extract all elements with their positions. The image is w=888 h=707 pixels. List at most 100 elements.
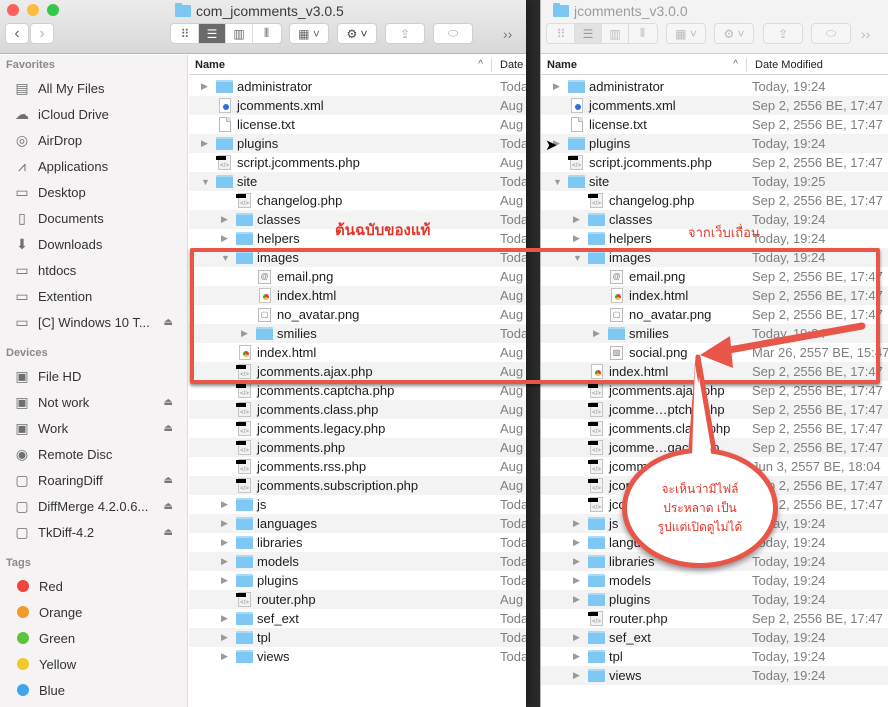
eject-icon[interactable]: ⏏ xyxy=(164,397,173,408)
sidebar-item-file-hd[interactable]: ▣ File HD xyxy=(0,363,187,389)
file-row[interactable]: </> jcomments.captcha.php Aug xyxy=(189,381,526,400)
file-row[interactable]: </> jcomme…ptcha.php Sep 2, 2556 BE, 17:47 xyxy=(541,400,888,419)
sidebar-item-work[interactable]: ▣ Work ⏏ xyxy=(0,415,187,441)
sidebar-item-downloads[interactable]: ⬇ Downloads xyxy=(0,231,187,257)
file-row[interactable]: ▶ plugins Today, 19:24 xyxy=(541,134,888,153)
sidebar-item-orange[interactable]: Orange xyxy=(0,599,187,625)
disclosure-closed-icon[interactable]: ▶ xyxy=(573,670,583,681)
file-row[interactable]: ▶ tpl Today, 19:24 xyxy=(541,647,888,666)
file-row[interactable]: ▢ no_avatar.png Sep 2, 2556 BE, 17:47 xyxy=(541,305,888,324)
column-view-button[interactable]: ▥ xyxy=(602,24,629,43)
file-row[interactable]: </> changelog.php Aug xyxy=(189,191,526,210)
sidebar-item-green[interactable]: Green xyxy=(0,625,187,651)
file-row[interactable]: </> script.jcomments.php Sep 2, 2556 BE, 1… xyxy=(541,153,888,172)
share-button[interactable]: ⇪ xyxy=(385,23,425,44)
file-row[interactable]: ▶ administrator Toda xyxy=(189,77,526,96)
file-row[interactable]: </> jcomments.subscription.php Aug xyxy=(189,476,526,495)
file-row[interactable]: ▶ plugins Today, 19:24 xyxy=(541,590,888,609)
file-row[interactable]: ▶ views Toda xyxy=(189,647,526,666)
sidebar-item-extention[interactable]: ▭ Extention xyxy=(0,283,187,309)
icon-view-button[interactable]: ⠿ xyxy=(548,24,575,43)
file-row[interactable]: </> jcomments.ajax.php Sep 2, 2556 BE, 17:… xyxy=(541,381,888,400)
file-row[interactable]: </> jcomments.rss.php Aug xyxy=(189,457,526,476)
disclosure-closed-icon[interactable]: ▶ xyxy=(201,138,211,149)
file-row[interactable]: ▶ administrator Today, 19:24 xyxy=(541,77,888,96)
view-mode-segment[interactable]: ⠿ ☰ ▥ ⫴ xyxy=(170,23,282,44)
file-row[interactable]: @ email.png Aug xyxy=(189,267,526,286)
file-row[interactable]: ▶ smilies Today, 19:24 xyxy=(541,324,888,343)
file-row[interactable]: ▶ models Toda xyxy=(189,552,526,571)
file-row[interactable]: ▼ images Toda xyxy=(189,248,526,267)
name-column-header[interactable]: Name ^ xyxy=(541,55,746,74)
tags-button[interactable]: ⬭ xyxy=(433,23,473,44)
disclosure-closed-icon[interactable]: ▶ xyxy=(573,651,583,662)
disclosure-closed-icon[interactable]: ▶ xyxy=(221,632,231,643)
tags-button[interactable]: ⬭ xyxy=(811,23,851,44)
file-row[interactable]: @ email.png Sep 2, 2556 BE, 17:47 xyxy=(541,267,888,286)
file-row[interactable]: index.html Aug xyxy=(189,343,526,362)
file-row[interactable]: ▶ views Today, 19:24 xyxy=(541,666,888,685)
sidebar-item-htdocs[interactable]: ▭ htdocs xyxy=(0,257,187,283)
sidebar-item-not-work[interactable]: ▣ Not work ⏏ xyxy=(0,389,187,415)
list-view-button[interactable]: ☰ xyxy=(199,24,226,43)
column-view-button[interactable]: ▥ xyxy=(226,24,253,43)
coverflow-view-button[interactable]: ⫴ xyxy=(253,24,280,43)
arrange-button[interactable]: ▦ ˅ xyxy=(289,23,329,44)
sidebar-item-tkdiff-4-2[interactable]: ▢ TkDiff-4.2 ⏏ xyxy=(0,519,187,545)
date-column-header[interactable]: Date xyxy=(491,57,523,72)
file-row[interactable]: ▼ site Today, 19:25 xyxy=(541,172,888,191)
file-row[interactable]: ▶ smilies Toda xyxy=(189,324,526,343)
zoom-button[interactable] xyxy=(47,4,59,16)
file-row[interactable]: </> router.php Sep 2, 2556 BE, 17:47 xyxy=(541,609,888,628)
view-mode-segment[interactable]: ⠿ ☰ ▥ ⫴ xyxy=(546,23,658,44)
disclosure-closed-icon[interactable]: ▶ xyxy=(221,537,231,548)
sidebar-item-diffmerge-4-2-0-6[interactable]: ▢ DiffMerge 4.2.0.6... ⏏ xyxy=(0,493,187,519)
file-row[interactable]: ▶ languages Toda xyxy=(189,514,526,533)
disclosure-closed-icon[interactable]: ▶ xyxy=(221,214,231,225)
back-button[interactable]: ‹ xyxy=(5,23,29,44)
file-row[interactable]: license.txt Sep 2, 2556 BE, 17:47 xyxy=(541,115,888,134)
disclosure-closed-icon[interactable]: ▶ xyxy=(241,328,251,339)
file-row[interactable]: index.html Sep 2, 2556 BE, 17:47 xyxy=(541,362,888,381)
file-row[interactable]: license.txt Aug xyxy=(189,115,526,134)
file-row[interactable]: ▼ images Today, 19:24 xyxy=(541,248,888,267)
file-row[interactable]: ▶ plugins Toda xyxy=(189,571,526,590)
sidebar-item-yellow[interactable]: Yellow xyxy=(0,651,187,677)
file-row[interactable]: </> jcomments.class.php Sep 2, 2556 BE, 17… xyxy=(541,419,888,438)
disclosure-closed-icon[interactable]: ▶ xyxy=(221,556,231,567)
sidebar-item-icloud-drive[interactable]: ☁ iCloud Drive xyxy=(0,101,187,127)
arrange-button[interactable]: ▦ ˅ xyxy=(666,23,706,44)
disclosure-closed-icon[interactable]: ▶ xyxy=(573,537,583,548)
file-row[interactable]: ▶ tpl Toda xyxy=(189,628,526,647)
forward-button[interactable]: › xyxy=(30,23,54,44)
disclosure-closed-icon[interactable]: ▶ xyxy=(573,518,583,529)
toolbar-overflow-button[interactable]: ›› xyxy=(503,26,512,42)
disclosure-closed-icon[interactable]: ▶ xyxy=(221,613,231,624)
disclosure-open-icon[interactable]: ▼ xyxy=(573,253,583,263)
file-row[interactable]: ▨ social.png Mar 26, 2557 BE, 15:47 xyxy=(541,343,888,362)
file-row[interactable]: </> router.php Aug xyxy=(189,590,526,609)
file-row[interactable]: ▶ sef_ext Today, 19:24 xyxy=(541,628,888,647)
disclosure-closed-icon[interactable]: ▶ xyxy=(221,233,231,244)
sidebar-item-red[interactable]: Red xyxy=(0,573,187,599)
sidebar-item-documents[interactable]: ▯ Documents xyxy=(0,205,187,231)
disclosure-open-icon[interactable]: ▼ xyxy=(201,177,211,187)
icon-view-button[interactable]: ⠿ xyxy=(172,24,199,43)
disclosure-closed-icon[interactable]: ▶ xyxy=(553,81,563,92)
file-row[interactable]: ▶ plugins Toda xyxy=(189,134,526,153)
sidebar-item-all-my-files[interactable]: ▤ All My Files xyxy=(0,75,187,101)
sidebar-item-remote-disc[interactable]: ◉ Remote Disc xyxy=(0,441,187,467)
disclosure-closed-icon[interactable]: ▶ xyxy=(573,632,583,643)
file-row[interactable]: index.html Sep 2, 2556 BE, 17:47 xyxy=(541,286,888,305)
date-column-header[interactable]: Date Modified xyxy=(746,57,823,72)
eject-icon[interactable]: ⏏ xyxy=(164,423,173,434)
file-row[interactable]: </> jcomments.class.php Aug xyxy=(189,400,526,419)
file-row[interactable]: </> script.jcomments.php Aug xyxy=(189,153,526,172)
disclosure-closed-icon[interactable]: ▶ xyxy=(221,499,231,510)
list-view-button[interactable]: ☰ xyxy=(575,24,602,43)
file-row[interactable]: ▶ js Toda xyxy=(189,495,526,514)
disclosure-closed-icon[interactable]: ▶ xyxy=(221,575,231,586)
action-button[interactable]: ⚙ ˅ xyxy=(337,23,377,44)
eject-icon[interactable]: ⏏ xyxy=(164,527,173,538)
file-row[interactable]: jcomments.xml Sep 2, 2556 BE, 17:47 xyxy=(541,96,888,115)
